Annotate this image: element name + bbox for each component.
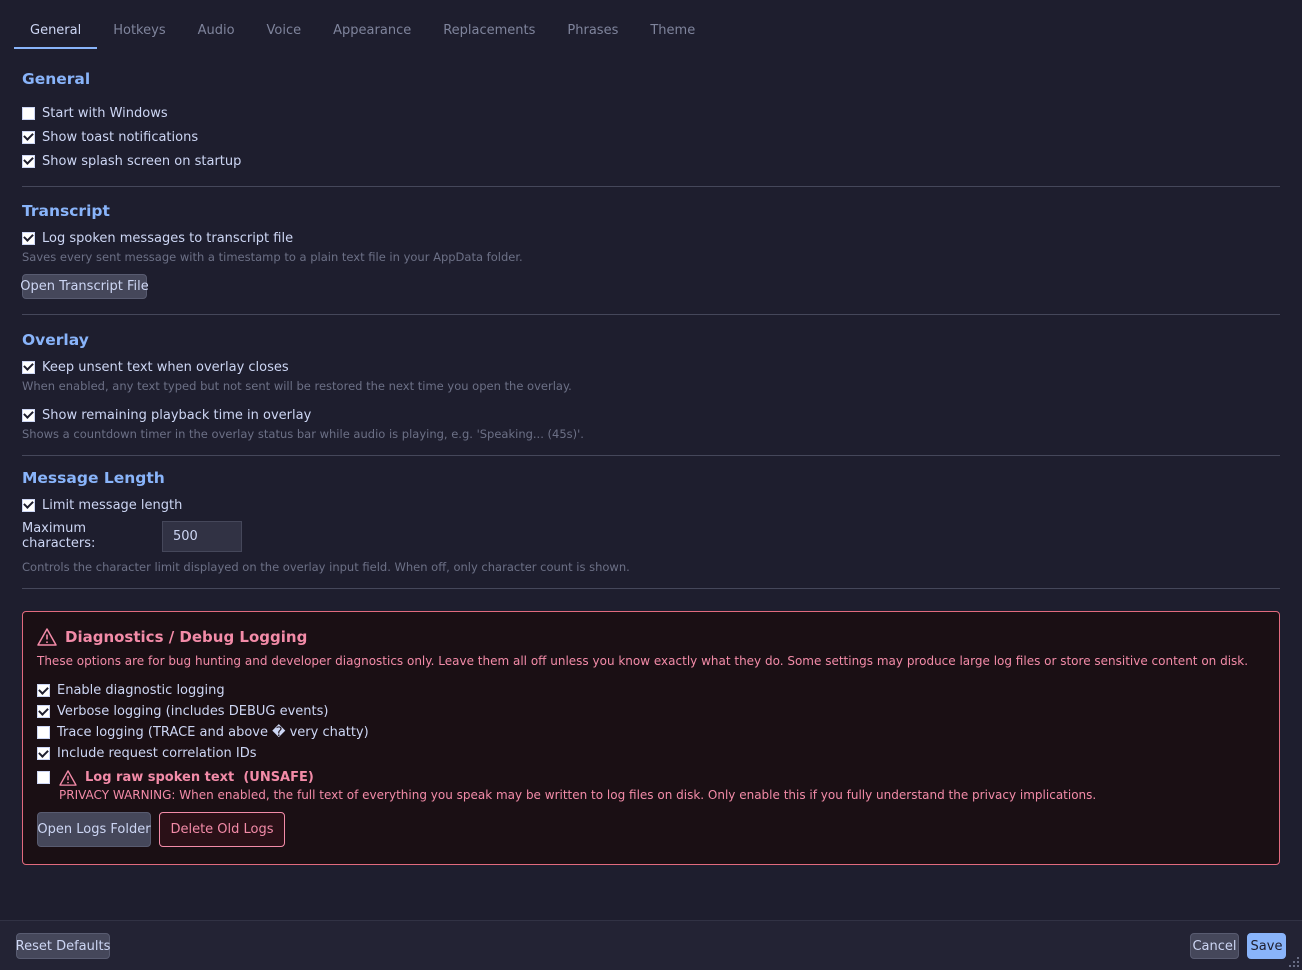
keep-unsent-label: Keep unsent text when overlay closes: [42, 359, 289, 375]
limit-length-option[interactable]: Limit message length: [22, 493, 1280, 517]
trace-logging-label: Trace logging (TRACE and above � very ch…: [57, 725, 369, 740]
show-toast-checkbox[interactable]: [22, 130, 35, 144]
verbose-logging-option[interactable]: Verbose logging (includes DEBUG events): [37, 701, 1265, 722]
show-remaining-option[interactable]: Show remaining playback time in overlay: [22, 403, 1280, 427]
section-title-transcript: Transcript: [22, 202, 110, 220]
max-characters-input[interactable]: [162, 520, 242, 552]
max-characters-label: Maximum characters:: [22, 521, 96, 551]
tab-voice[interactable]: Voice: [251, 14, 318, 49]
diagnostics-description: These options are for bug hunting and de…: [37, 654, 1249, 668]
section-title-general: General: [22, 70, 91, 88]
diagnostics-title: Diagnostics / Debug Logging: [65, 628, 308, 646]
tab-hotkeys[interactable]: Hotkeys: [97, 14, 181, 49]
diagnostics-panel: Diagnostics / Debug Logging These option…: [22, 611, 1280, 865]
enable-diagnostic-label: Enable diagnostic logging: [57, 683, 225, 698]
show-toast-label: Show toast notifications: [42, 129, 199, 145]
tab-audio[interactable]: Audio: [182, 14, 251, 49]
open-logs-folder-button[interactable]: Open Logs Folder: [37, 812, 151, 847]
limit-length-checkbox[interactable]: [22, 498, 35, 512]
delete-old-logs-button[interactable]: Delete Old Logs: [159, 812, 285, 847]
cancel-button[interactable]: Cancel: [1190, 933, 1239, 959]
settings-content: General Start with Windows Show toast no…: [20, 60, 1280, 589]
tab-general[interactable]: General: [14, 14, 98, 49]
tab-theme[interactable]: Theme: [634, 14, 711, 49]
enable-diagnostic-option[interactable]: Enable diagnostic logging: [37, 680, 1265, 701]
show-splash-option[interactable]: Show splash screen on startup: [22, 149, 1280, 173]
correlation-ids-label: Include request correlation IDs: [57, 746, 257, 761]
reset-defaults-button[interactable]: Reset Defaults: [16, 933, 110, 959]
show-splash-label: Show splash screen on startup: [42, 153, 242, 169]
section-title-message-length: Message Length: [22, 469, 165, 487]
trace-logging-option[interactable]: Trace logging (TRACE and above � very ch…: [37, 722, 1265, 743]
keep-unsent-hint: When enabled, any text typed but not sen…: [22, 379, 572, 393]
resize-grip-icon[interactable]: [1288, 956, 1300, 968]
enable-diagnostic-checkbox[interactable]: [37, 684, 50, 697]
save-button[interactable]: Save: [1247, 933, 1286, 959]
log-raw-text-label-row: Log raw spoken text (UNSAFE): [59, 769, 314, 786]
verbose-logging-checkbox[interactable]: [37, 705, 50, 718]
footer-bar: Reset Defaults Cancel Save: [0, 920, 1302, 970]
verbose-logging-label: Verbose logging (includes DEBUG events): [57, 704, 329, 719]
show-remaining-hint: Shows a countdown timer in the overlay s…: [22, 427, 584, 441]
keep-unsent-checkbox[interactable]: [22, 360, 35, 374]
diagnostics-title-row: Diagnostics / Debug Logging: [37, 626, 1265, 648]
log-raw-text-option[interactable]: Log raw spoken text (UNSAFE): [37, 767, 1265, 788]
start-with-windows-option[interactable]: Start with Windows: [22, 101, 1280, 125]
show-splash-checkbox[interactable]: [22, 154, 35, 168]
show-remaining-checkbox[interactable]: [22, 408, 35, 422]
warning-triangle-icon: [37, 628, 57, 646]
message-length-hint: Controls the character limit displayed o…: [22, 560, 630, 574]
start-with-windows-label: Start with Windows: [42, 105, 168, 121]
log-raw-text-checkbox[interactable]: [37, 771, 50, 784]
log-messages-label: Log spoken messages to transcript file: [42, 230, 294, 246]
start-with-windows-checkbox[interactable]: [22, 106, 35, 120]
log-messages-option[interactable]: Log spoken messages to transcript file: [22, 226, 1280, 250]
tab-replacements[interactable]: Replacements: [427, 14, 551, 49]
warning-triangle-icon: [59, 769, 77, 786]
trace-logging-checkbox[interactable]: [37, 726, 50, 739]
limit-length-label: Limit message length: [42, 497, 183, 513]
log-raw-text-label: Log raw spoken text (UNSAFE): [85, 770, 314, 785]
tab-phrases[interactable]: Phrases: [551, 14, 634, 49]
correlation-ids-checkbox[interactable]: [37, 747, 50, 760]
tab-bar: General Hotkeys Audio Voice Appearance R…: [14, 14, 711, 49]
open-transcript-button[interactable]: Open Transcript File: [20, 274, 149, 299]
correlation-ids-option[interactable]: Include request correlation IDs: [37, 743, 1265, 764]
show-toast-option[interactable]: Show toast notifications: [22, 125, 1280, 149]
section-title-overlay: Overlay: [22, 331, 89, 349]
keep-unsent-option[interactable]: Keep unsent text when overlay closes: [22, 355, 1280, 379]
divider: [22, 588, 1280, 589]
diagnostics-buttons: Open Logs Folder Delete Old Logs: [37, 812, 1265, 847]
max-characters-row: Maximum characters:: [22, 520, 1280, 552]
tab-appearance[interactable]: Appearance: [317, 14, 427, 49]
log-messages-checkbox[interactable]: [22, 231, 35, 245]
show-remaining-label: Show remaining playback time in overlay: [42, 407, 312, 423]
transcript-hint: Saves every sent message with a timestam…: [22, 250, 523, 264]
privacy-warning: PRIVACY WARNING: When enabled, the full …: [59, 788, 1097, 802]
